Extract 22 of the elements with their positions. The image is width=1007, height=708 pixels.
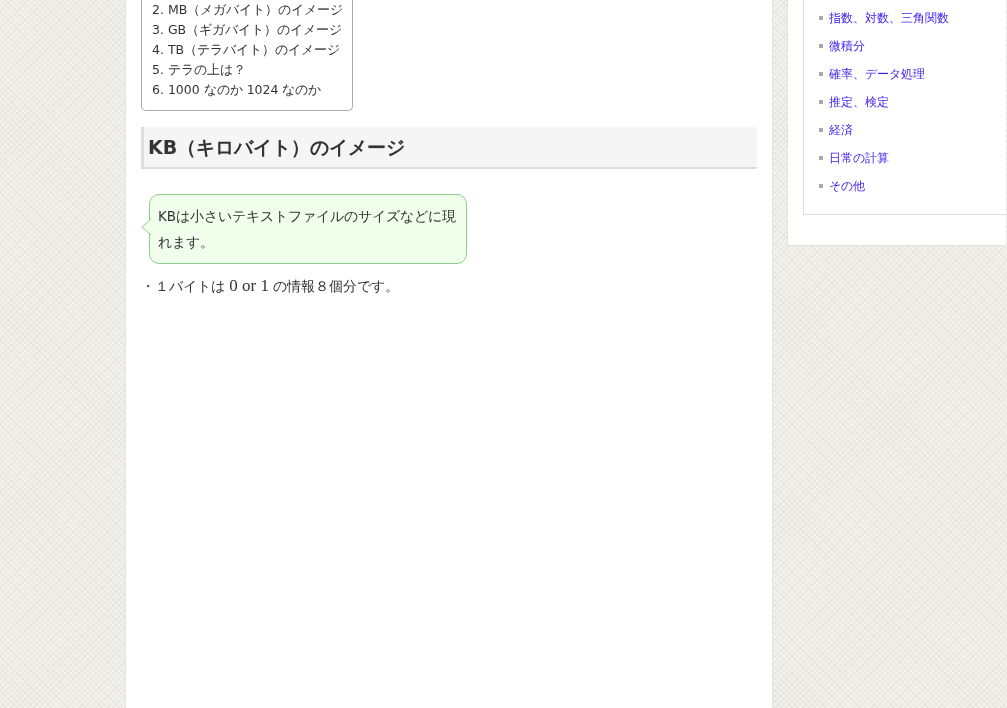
toc-link[interactable]: 3. GB（ギガバイト）のイメージ	[152, 20, 343, 40]
toc-link[interactable]: 5. テラの上は？	[152, 60, 246, 80]
category-link[interactable]: 確率、データ処理	[829, 65, 925, 83]
bullet-icon	[819, 44, 823, 48]
toc-link[interactable]: 2. MB（メガバイト）のイメージ	[152, 0, 344, 20]
bullet-icon	[819, 16, 823, 20]
toc-link[interactable]: 6. 1000 なのか 1024 なのか	[152, 80, 322, 100]
category-link[interactable]: その他	[829, 177, 865, 195]
category-link[interactable]: 日常の計算	[829, 149, 889, 167]
section-heading: KB（キロバイト）のイメージ	[141, 127, 757, 169]
category-link[interactable]: 微積分	[829, 37, 865, 55]
bubble-tail	[142, 219, 151, 235]
category-link[interactable]: 指数、対数、三角関数	[829, 9, 949, 27]
bullet-text: ・１バイトは 0 or 1 の情報８個分です。	[141, 276, 401, 296]
bullet-icon	[819, 100, 823, 104]
bullet-icon	[819, 72, 823, 76]
category-link[interactable]: 推定、検定	[829, 93, 889, 111]
toc-link[interactable]: 4. TB（テラバイト）のイメージ	[152, 40, 341, 60]
bullet-icon	[819, 184, 823, 188]
bullet-icon	[819, 128, 823, 132]
bullet-icon	[819, 156, 823, 160]
category-link[interactable]: 経済	[829, 121, 853, 139]
